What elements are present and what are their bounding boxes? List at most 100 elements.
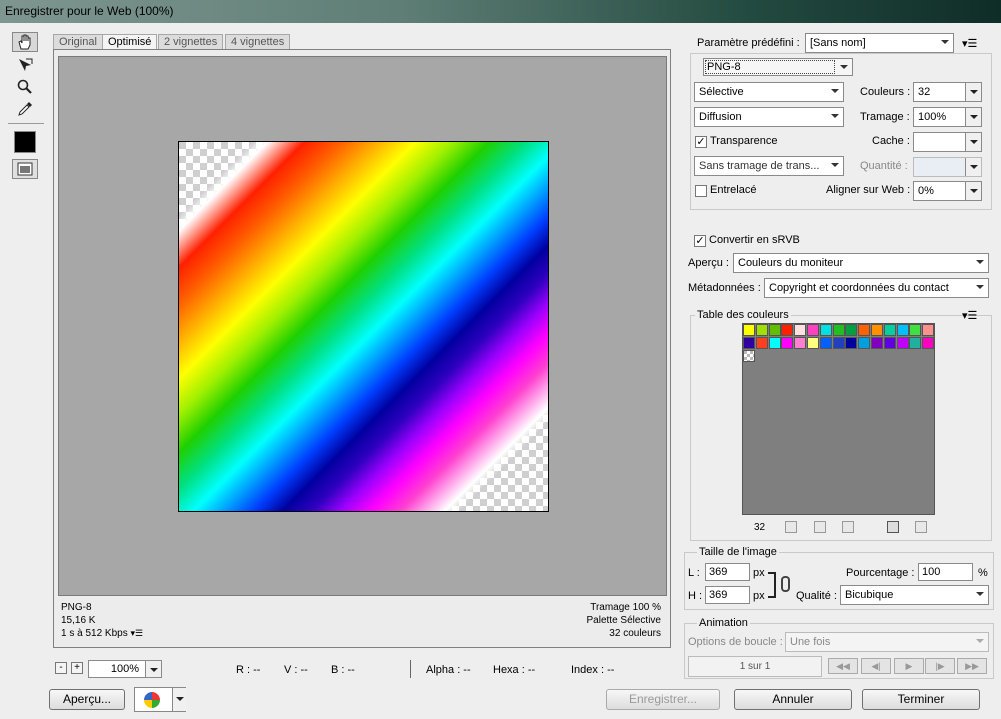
eyedropper-tool-icon[interactable]	[12, 99, 38, 119]
color-swatch[interactable]	[755, 324, 768, 336]
loop-options-select[interactable]: Une fois	[785, 632, 989, 652]
transparency-label: Transparence	[710, 135, 778, 147]
websnap-select[interactable]: 0%	[913, 181, 982, 201]
color-swatch[interactable]	[922, 336, 935, 349]
color-swatch[interactable]	[794, 324, 807, 336]
web-shift-icon[interactable]	[814, 521, 826, 533]
last-frame-button[interactable]: ▶▶	[957, 658, 987, 674]
color-swatch[interactable]	[781, 336, 794, 349]
image-canvas[interactable]	[58, 56, 667, 596]
color-swatch[interactable]	[755, 336, 768, 349]
eyedropper-color-swatch[interactable]	[14, 131, 36, 153]
color-swatch[interactable]	[871, 336, 883, 349]
preview-button[interactable]: Aperçu...	[49, 689, 125, 710]
width-value: 369	[709, 566, 728, 578]
next-frame-button[interactable]: |▶	[925, 658, 955, 674]
matte-select[interactable]	[913, 132, 982, 152]
percent-input[interactable]: 100	[918, 563, 973, 581]
zoom-in-button[interactable]: +	[71, 662, 83, 674]
preset-menu-icon[interactable]: ▾☰	[962, 37, 977, 50]
toggle-slices-icon[interactable]	[12, 159, 38, 179]
previous-frame-button[interactable]: ◀|	[861, 658, 891, 674]
tab-optimized[interactable]: Optimisé	[102, 34, 158, 49]
color-swatch[interactable]	[807, 324, 819, 336]
metadata-select[interactable]: Copyright et coordonnées du contact	[764, 278, 989, 298]
done-button[interactable]: Terminer	[862, 689, 980, 710]
cancel-button[interactable]: Annuler	[734, 689, 852, 710]
interlace-checkbox[interactable]	[695, 185, 707, 197]
toolbar-divider	[8, 123, 44, 124]
color-swatch[interactable]	[832, 324, 845, 336]
color-swatch[interactable]	[819, 336, 832, 349]
color-table-menu-icon[interactable]: ▾☰	[962, 309, 977, 322]
quality-select[interactable]: Bicubique	[840, 585, 989, 605]
zoom-out-button[interactable]: -	[55, 662, 67, 674]
color-swatch[interactable]	[807, 336, 819, 349]
transparency-dither-select[interactable]: Sans tramage de trans...	[694, 156, 844, 176]
convert-srgb-checkbox[interactable]: ✓	[694, 235, 706, 247]
map-color-icon[interactable]	[785, 521, 797, 533]
palette-select[interactable]: Sélective	[694, 82, 844, 102]
zoom-level-value: 100%	[110, 663, 140, 675]
status-bar: - + 100% R : -- V : -- B : -- Alpha : --…	[53, 659, 671, 679]
width-input[interactable]: 369	[705, 563, 750, 581]
tab-4-up[interactable]: 4 vignettes	[225, 34, 291, 49]
delete-color-icon[interactable]	[915, 521, 927, 533]
color-swatch[interactable]	[743, 349, 755, 362]
preview-mode-select[interactable]: Couleurs du moniteur	[733, 253, 989, 273]
color-swatch[interactable]	[883, 336, 896, 349]
color-swatch[interactable]	[743, 324, 755, 336]
color-swatch[interactable]	[896, 336, 909, 349]
color-swatch[interactable]	[909, 336, 922, 349]
browser-preview-select[interactable]	[134, 687, 186, 712]
color-swatch[interactable]	[768, 336, 781, 349]
color-table-title: Table des couleurs	[695, 309, 791, 321]
optimized-image-preview[interactable]	[178, 141, 549, 512]
hand-tool-icon[interactable]	[12, 32, 38, 52]
readout-b: B : --	[331, 664, 355, 676]
color-swatch[interactable]	[922, 324, 935, 336]
color-swatch[interactable]	[845, 324, 858, 336]
info-colors: 32 couleurs	[609, 628, 661, 639]
color-swatch[interactable]	[858, 336, 871, 349]
transparency-checkbox[interactable]: ✓	[695, 136, 707, 148]
zoom-tool-icon[interactable]	[12, 77, 38, 97]
save-button[interactable]: Enregistrer...	[606, 689, 720, 710]
color-swatch[interactable]	[858, 324, 871, 336]
color-swatch[interactable]	[794, 336, 807, 349]
lock-color-icon[interactable]	[842, 521, 854, 533]
play-button[interactable]: ▶	[894, 658, 924, 674]
new-color-icon[interactable]	[887, 521, 899, 533]
color-swatch[interactable]	[871, 324, 883, 336]
width-label: L :	[688, 567, 700, 579]
color-swatch[interactable]	[768, 324, 781, 336]
color-table[interactable]	[742, 323, 935, 515]
preset-select[interactable]: [Sans nom]	[805, 33, 954, 53]
chain-link-icon[interactable]	[781, 576, 790, 592]
first-frame-button[interactable]: ◀◀	[828, 658, 858, 674]
info-download-time: 1 s à 512 Kbps	[61, 628, 128, 639]
tab-2-up[interactable]: 2 vignettes	[158, 34, 224, 49]
color-swatch[interactable]	[832, 336, 845, 349]
dither-select[interactable]: Diffusion	[694, 107, 844, 127]
download-speed-menu-icon[interactable]: ▾☰	[131, 628, 144, 638]
color-swatch[interactable]	[743, 336, 755, 349]
dither-amount-select[interactable]: 100%	[913, 107, 982, 127]
dither-algorithm-value: Diffusion	[699, 111, 742, 123]
color-swatch[interactable]	[819, 324, 832, 336]
slice-select-tool-icon[interactable]	[12, 55, 38, 75]
color-swatch[interactable]	[896, 324, 909, 336]
color-swatch[interactable]	[909, 324, 922, 336]
tab-original[interactable]: Original	[53, 34, 103, 49]
height-input[interactable]: 369	[705, 586, 750, 604]
color-swatch[interactable]	[883, 324, 896, 336]
quality-value: Bicubique	[845, 589, 894, 601]
color-swatch[interactable]	[845, 336, 858, 349]
colors-select[interactable]: 32	[913, 82, 982, 102]
color-swatch[interactable]	[781, 324, 794, 336]
height-unit: px	[753, 590, 765, 602]
amount-select[interactable]	[913, 157, 982, 177]
zoom-level-select[interactable]: 100%	[88, 660, 162, 678]
format-select[interactable]: PNG-8	[703, 58, 853, 76]
preview-pane: PNG-8 15,16 K 1 s à 512 Kbps ▾☰ Tramage …	[53, 49, 671, 648]
